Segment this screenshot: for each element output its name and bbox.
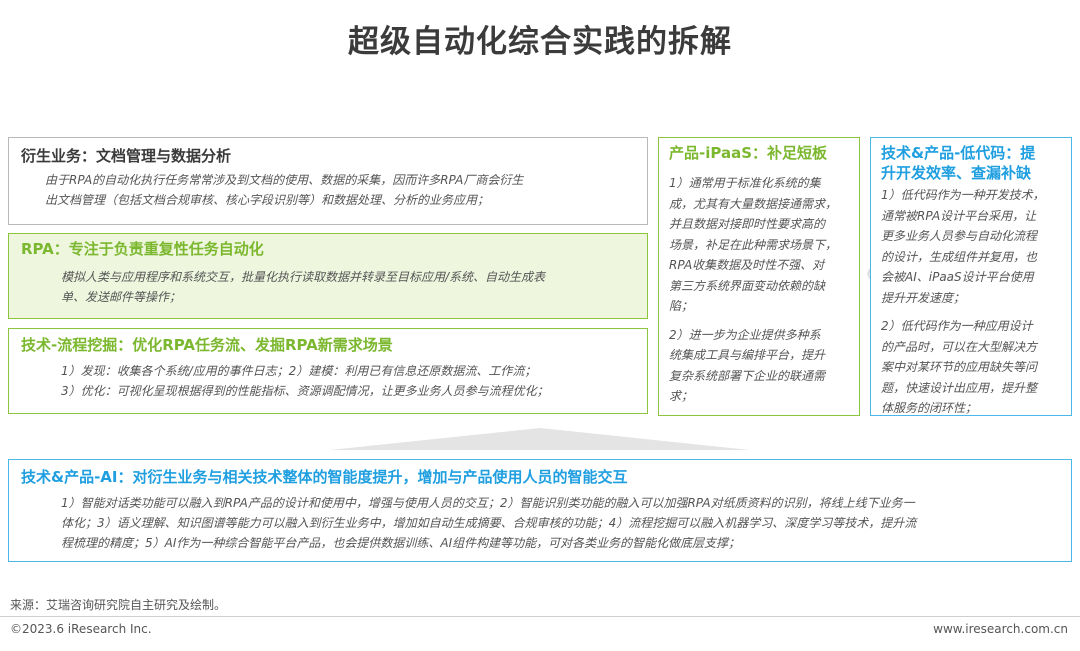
rpa-box: RPA：专注于负责重复性任务自动化 模拟人类与应用程序和系统交互，批量化执行读取… (8, 233, 648, 319)
ai-box: 技术&产品-AI：对衍生业务与相关技术整体的智能度提升，增加与产品使用人员的智能… (8, 459, 1072, 562)
low-code-box: 技术&产品-低代码：提 升开发效率、查漏补缺 1）低代码作为一种开发技术， 通常… (870, 137, 1072, 416)
ai-text: 1）智能对话类功能可以融入到RPA产品的设计和使用中，增强与使用人员的交互；2）… (61, 496, 917, 550)
derivative-business-text: 由于RPA的自动化执行任务常常涉及到文档的使用、数据的采集，因而许多RPA厂商会… (45, 173, 524, 207)
ipaas-text: 1）通常用于标准化系统的集 成，尤其有大量数据接通需求， 并且数据对接即时性要求… (669, 176, 838, 403)
ai-heading: 技术&产品-AI：对衍生业务与相关技术整体的智能度提升，增加与产品使用人员的智能… (21, 468, 628, 486)
source-note: 来源：艾瑞咨询研究院自主研究及绘制。 (10, 598, 227, 612)
rpa-text: 模拟人类与应用程序和系统交互，批量化执行读取数据并转录至目标应用/系统、自动生成… (61, 270, 546, 304)
derivative-business-box: 衍生业务：文档管理与数据分析 由于RPA的自动化执行任务常常涉及到文档的使用、数… (8, 137, 648, 225)
process-mining-heading: 技术-流程挖掘：优化RPA任务流、发掘RPA新需求场景 (21, 336, 393, 354)
pointer-triangle (330, 428, 750, 450)
page-title: 超级自动化综合实践的拆解 (348, 24, 732, 60)
low-code-text: 1）低代码作为一种开发技术， 通常被RPA设计平台采用，让 更多业务人员参与自动… (881, 188, 1045, 415)
website-link[interactable]: www.iresearch.com.cn (933, 622, 1068, 636)
process-mining-text: 1）发现：收集各个系统/应用的事件日志；2）建模：利用已有信息还原数据流、工作流… (61, 364, 549, 398)
process-mining-box: 技术-流程挖掘：优化RPA任务流、发掘RPA新需求场景 1）发现：收集各个系统/… (8, 328, 648, 414)
copyright: ©2023.6 iResearch Inc. (10, 622, 152, 636)
footer-divider (0, 616, 1080, 617)
ipaas-box: 产品-iPaaS：补足短板 1）通常用于标准化系统的集 成，尤其有大量数据接通需… (658, 137, 860, 416)
rpa-heading: RPA：专注于负责重复性任务自动化 (21, 240, 264, 258)
low-code-heading: 技术&产品-低代码：提 升开发效率、查漏补缺 (881, 144, 1036, 182)
ipaas-heading: 产品-iPaaS：补足短板 (669, 144, 828, 162)
derivative-business-heading: 衍生业务：文档管理与数据分析 (21, 147, 232, 165)
